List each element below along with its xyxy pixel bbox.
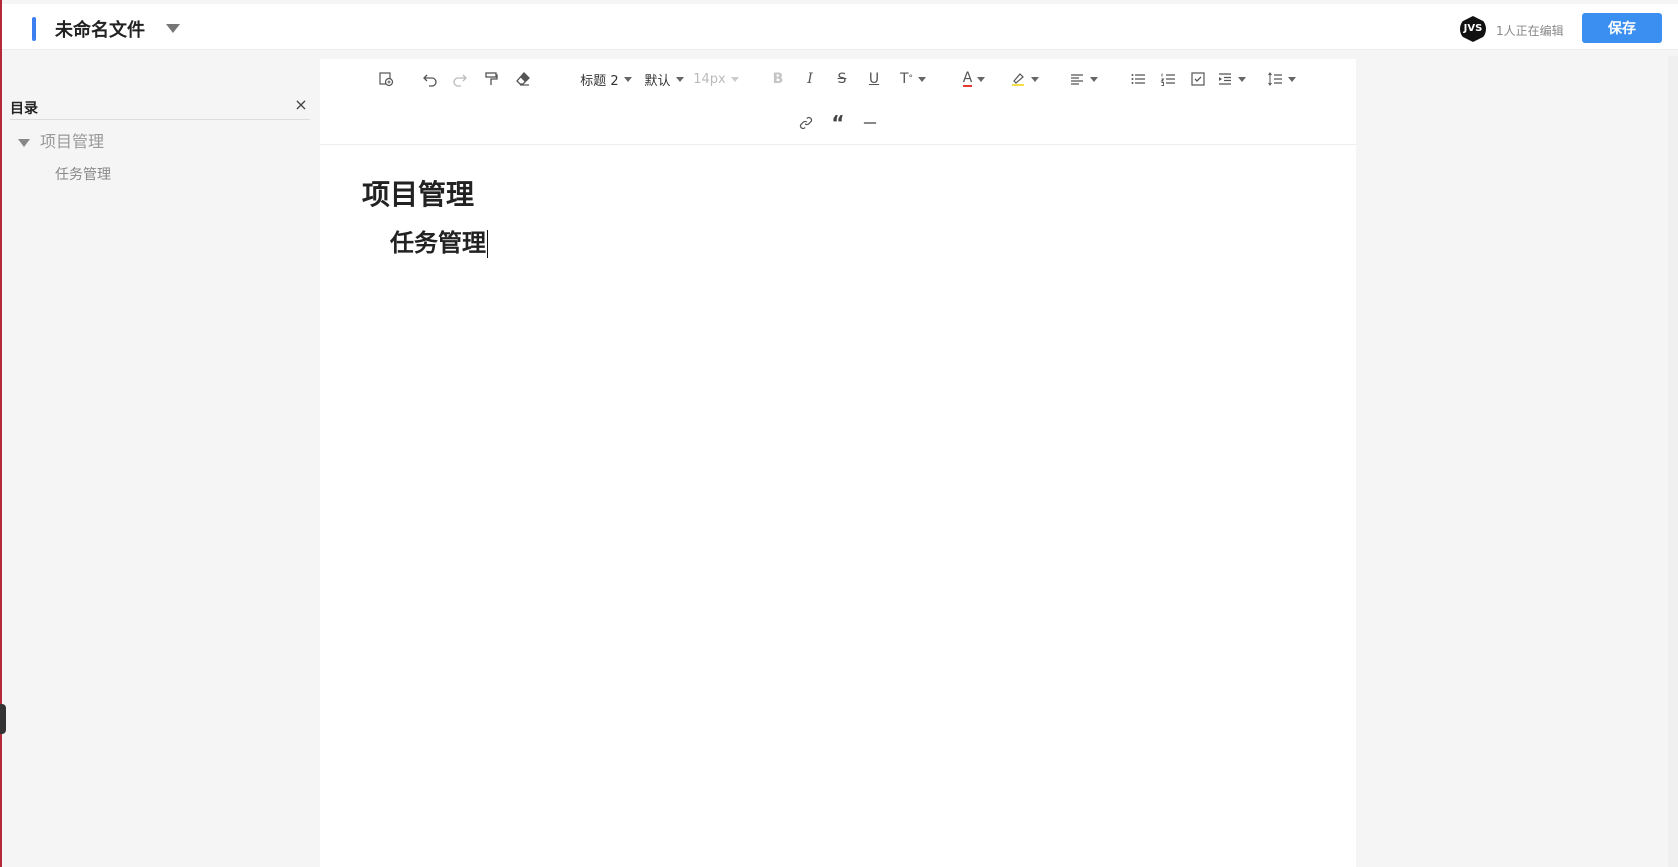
- highlight-icon[interactable]: [1004, 69, 1044, 89]
- document-title[interactable]: 未命名文件: [55, 16, 145, 42]
- quote-icon[interactable]: “: [828, 111, 848, 135]
- undo-icon[interactable]: [420, 69, 440, 89]
- indent-icon[interactable]: [1214, 69, 1248, 89]
- save-button[interactable]: 保存: [1582, 13, 1662, 43]
- title-menu-caret-icon[interactable]: [166, 24, 180, 33]
- strikethrough-icon[interactable]: S: [832, 69, 852, 89]
- toc-item-label: 项目管理: [40, 132, 105, 151]
- avatar[interactable]: JVS: [1460, 16, 1486, 42]
- top-header: 未命名文件 JVS 1人正在编辑 保存: [2, 4, 1678, 50]
- font-color-icon[interactable]: A: [954, 69, 994, 89]
- insert-template-icon[interactable]: [376, 69, 396, 89]
- toc-item-project-management[interactable]: 项目管理: [18, 128, 104, 152]
- heading-select[interactable]: 标题 2: [576, 69, 636, 89]
- toc-header: 目录 ×: [10, 96, 310, 120]
- font-select-value: 默认: [644, 73, 671, 89]
- link-icon[interactable]: [796, 113, 816, 133]
- toc-title: 目录: [10, 101, 38, 117]
- table-of-contents: 目录 × 项目管理 任务管理: [2, 90, 312, 290]
- ordered-list-icon[interactable]: [1158, 69, 1178, 89]
- bullet-list-icon[interactable]: [1128, 69, 1148, 89]
- editor-page[interactable]: 标题 2 默认 14px B I S U T ° A “ 项目管理 任务管理: [320, 59, 1356, 867]
- line-height-icon[interactable]: [1264, 69, 1298, 89]
- heading-2-text: 任务管理: [390, 229, 486, 257]
- editing-status-text: 1人正在编辑: [1496, 24, 1564, 38]
- heading-2[interactable]: 任务管理: [390, 223, 488, 258]
- title-accent-bar: [32, 17, 36, 41]
- format-painter-icon[interactable]: [481, 69, 501, 89]
- size-select-value: 14px: [693, 71, 726, 87]
- editor-toolbar: 标题 2 默认 14px B I S U T ° A “: [320, 59, 1356, 145]
- underline-icon[interactable]: U: [864, 69, 884, 89]
- divider-icon[interactable]: [860, 113, 880, 133]
- italic-icon[interactable]: I: [800, 69, 820, 89]
- text-style-icon[interactable]: T °: [896, 69, 930, 89]
- close-icon[interactable]: ×: [292, 96, 310, 114]
- heading-1[interactable]: 项目管理: [362, 173, 474, 213]
- task-list-icon[interactable]: [1188, 69, 1208, 89]
- eraser-icon[interactable]: [513, 69, 533, 89]
- align-icon[interactable]: [1066, 69, 1100, 89]
- heading-select-value: 标题 2: [580, 73, 619, 89]
- expand-triangle-icon[interactable]: [18, 138, 30, 147]
- scrollbar[interactable]: [1668, 56, 1678, 867]
- text-cursor: [487, 230, 488, 258]
- bold-icon[interactable]: B: [768, 69, 788, 89]
- font-family-select[interactable]: 默认: [642, 69, 686, 89]
- redo-icon[interactable]: [450, 69, 470, 89]
- side-drawer-handle[interactable]: [0, 704, 6, 734]
- toc-item-task-management[interactable]: 任务管理: [55, 164, 111, 184]
- font-size-select[interactable]: 14px: [692, 69, 740, 89]
